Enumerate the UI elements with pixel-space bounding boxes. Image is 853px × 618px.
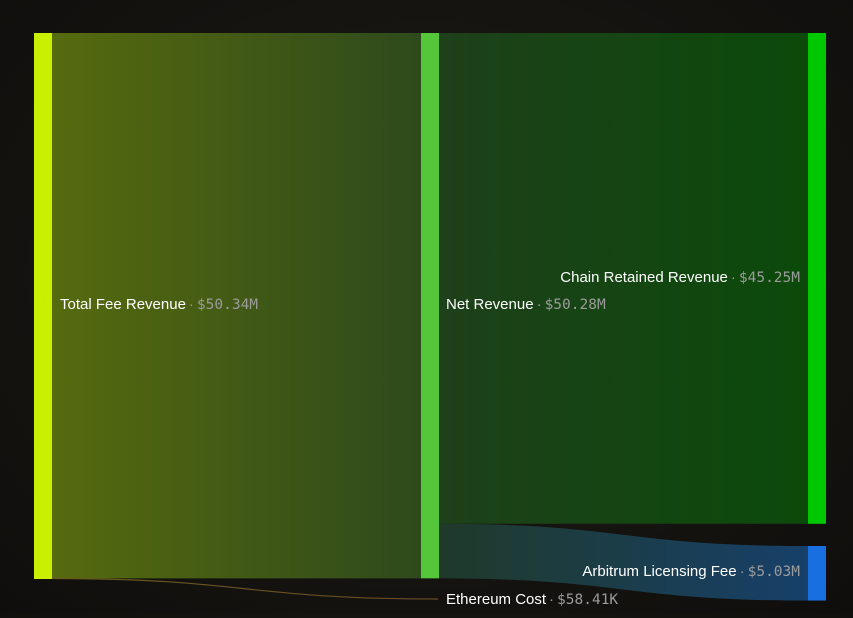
label-net: Net Revenue · $50.28M xyxy=(446,296,606,314)
label-net-value: $50.28M xyxy=(544,297,606,313)
label-separator: · xyxy=(536,296,542,313)
label-chain-name: Chain Retained Revenue xyxy=(560,269,728,286)
label-net-name: Net Revenue xyxy=(446,296,534,313)
label-chain: Chain Retained Revenue · $45.25M xyxy=(560,269,800,287)
sankey-chart: Total Fee Revenue · $50.34M Net Revenue · $50… xyxy=(0,0,853,613)
node-net[interactable] xyxy=(421,33,439,579)
label-eth-name: Ethereum Cost xyxy=(446,591,547,608)
label-eth: Ethereum Cost · $58.41K xyxy=(446,591,618,609)
label-total-name: Total Fee Revenue xyxy=(60,296,186,313)
label-eth-value: $58.41K xyxy=(557,592,619,608)
label-arb-name: Arbitrum Licensing Fee xyxy=(582,563,737,580)
label-separator: · xyxy=(739,563,745,580)
node-total[interactable] xyxy=(34,33,52,579)
label-separator: · xyxy=(549,591,555,608)
label-arb-value: $5.03M xyxy=(747,564,800,580)
label-separator: · xyxy=(730,269,736,286)
node-chain[interactable] xyxy=(808,33,826,524)
label-arb: Arbitrum Licensing Fee · $5.03M xyxy=(582,563,800,581)
label-total: Total Fee Revenue · $50.34M xyxy=(60,296,258,314)
label-separator: · xyxy=(188,296,194,313)
label-total-value: $50.34M xyxy=(196,297,259,313)
label-chain-value: $45.25M xyxy=(738,270,800,286)
link-total-eth xyxy=(51,577,439,600)
node-arb[interactable] xyxy=(808,546,826,601)
